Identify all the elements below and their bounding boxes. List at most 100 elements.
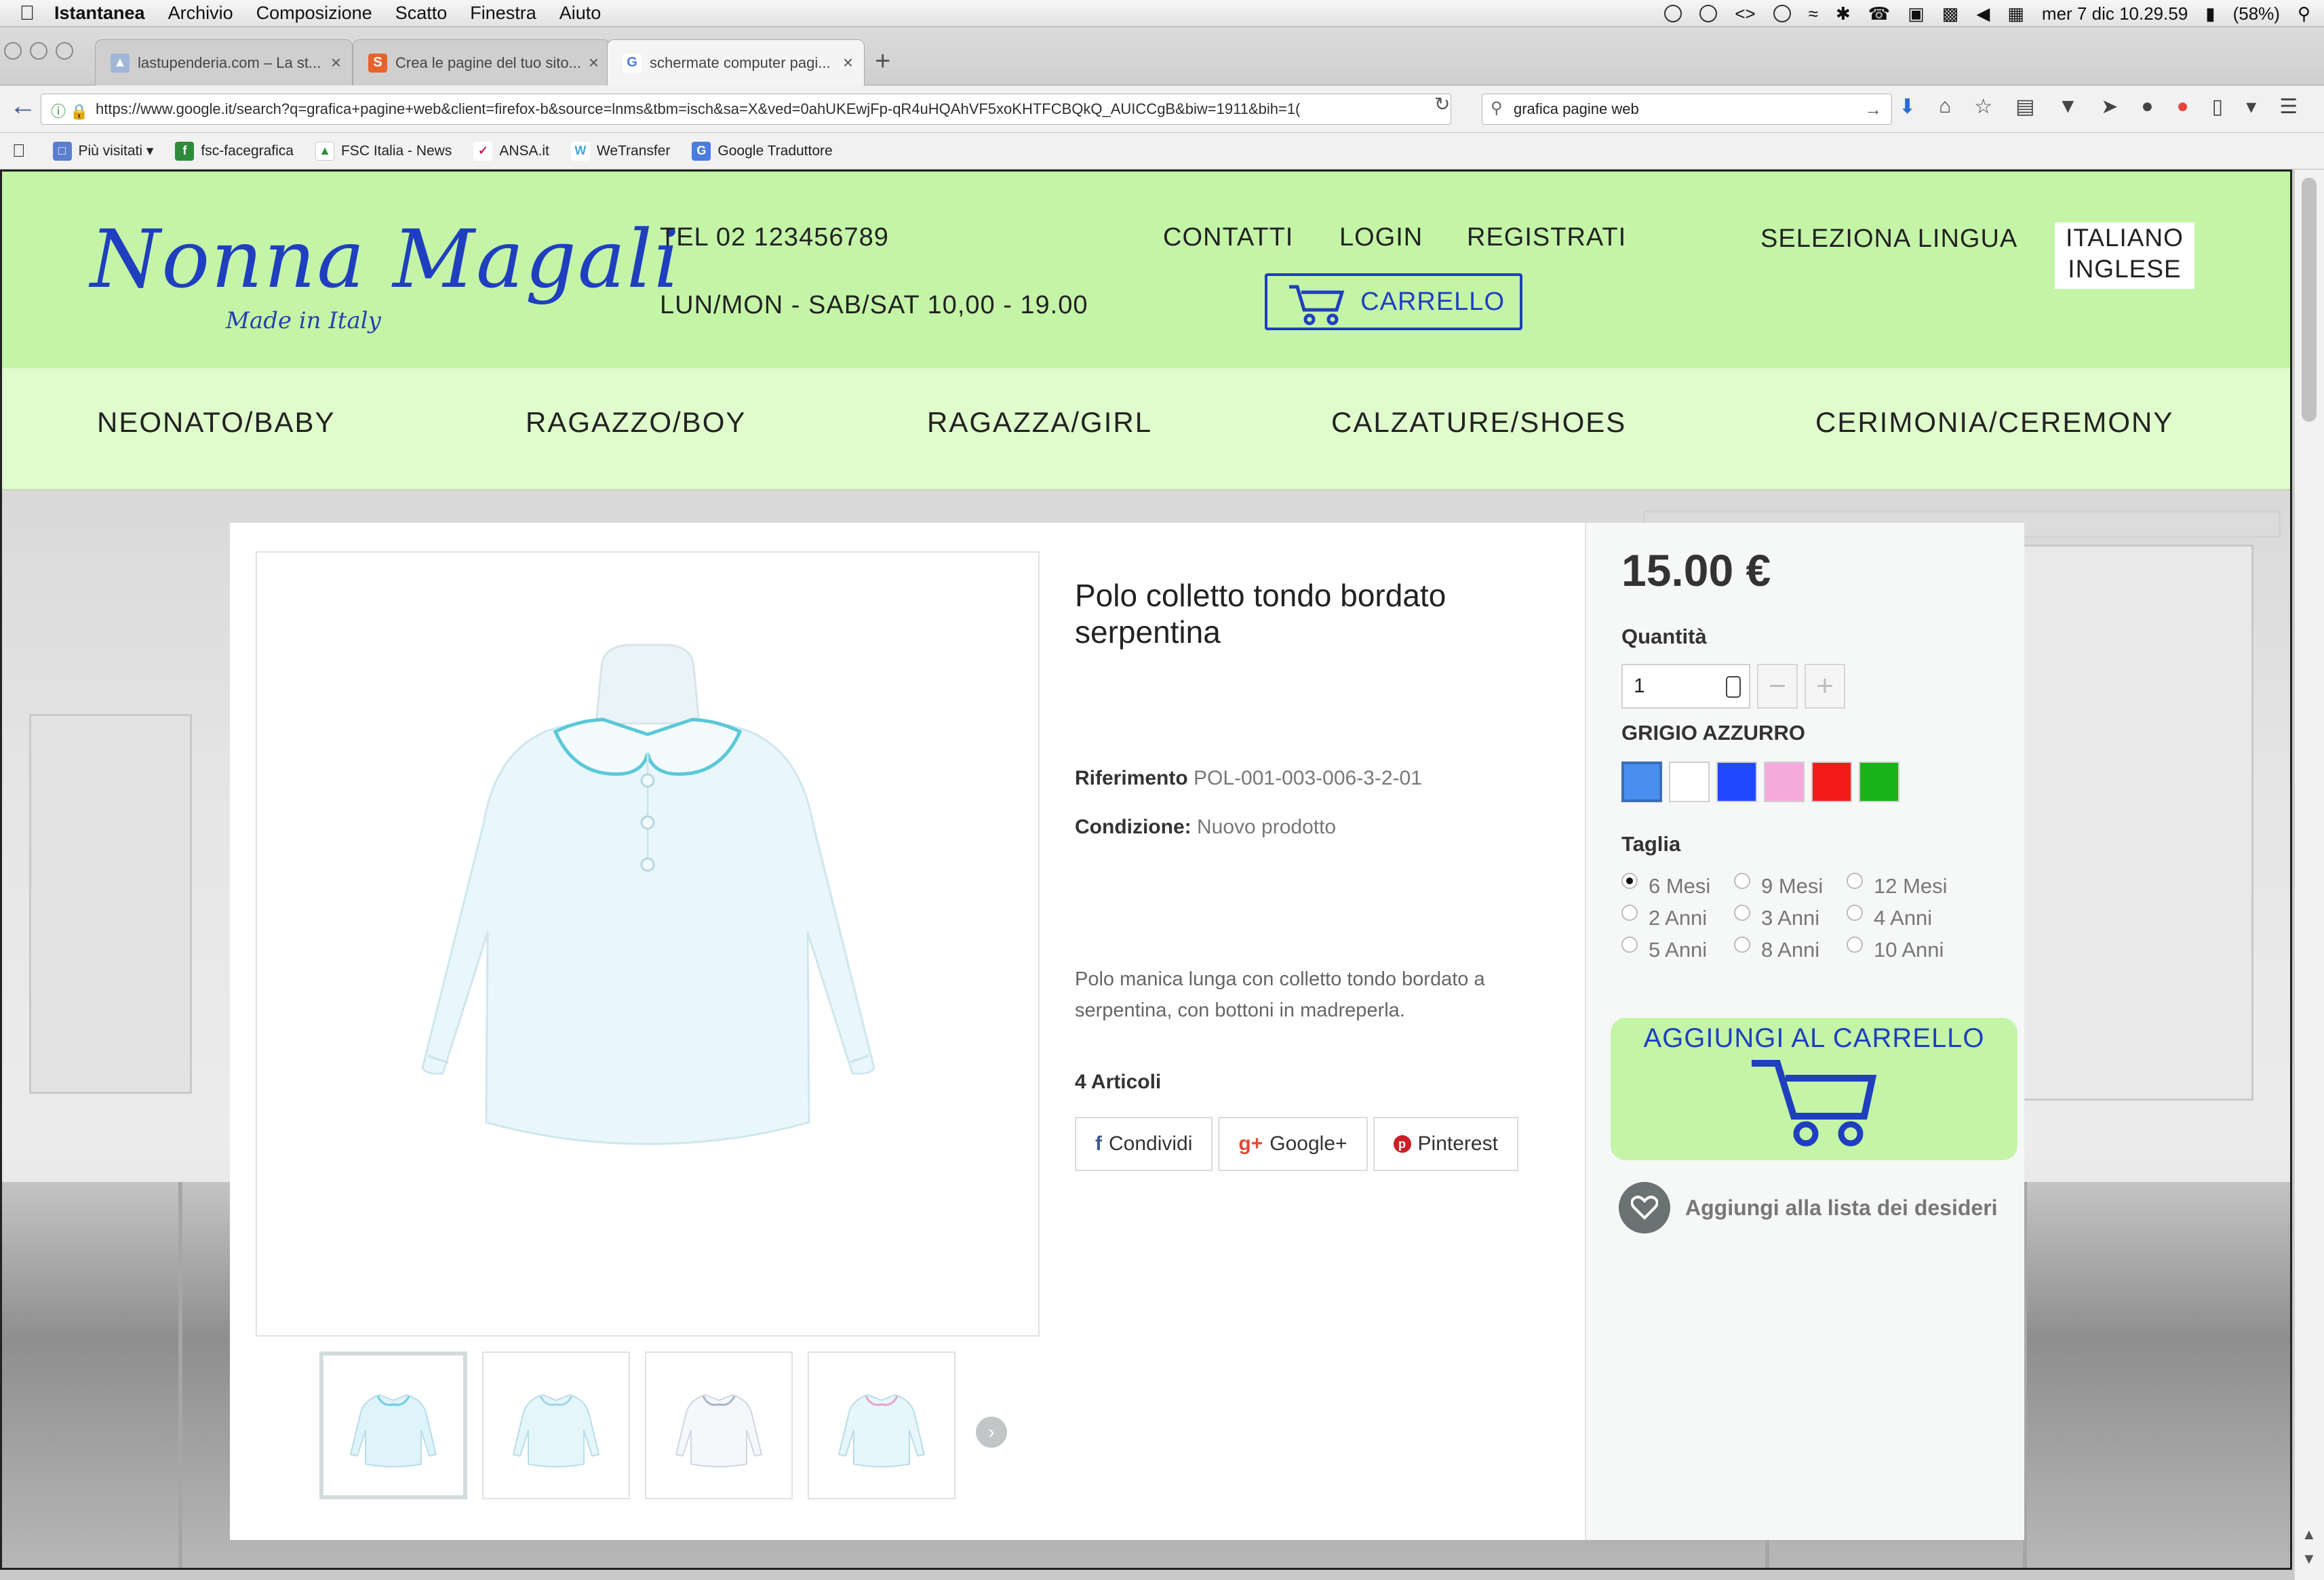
scroll-up-icon[interactable]: ▲ bbox=[2302, 1526, 2317, 1543]
volume-icon[interactable]: ◀ bbox=[1976, 3, 1990, 24]
radio-icon[interactable] bbox=[1734, 936, 1750, 953]
tab-close-icon[interactable]: × bbox=[843, 52, 853, 73]
radio-icon[interactable] bbox=[1847, 904, 1863, 921]
display-icon[interactable]: ▣ bbox=[1908, 3, 1925, 24]
bookmark-fsc-facegrafica[interactable]: f fsc-facegrafica bbox=[175, 141, 294, 161]
language-selector[interactable]: ITALIANO INGLESE bbox=[2055, 222, 2194, 289]
chat-bubble-icon[interactable]: ● bbox=[2141, 95, 2153, 119]
color-picker-icon[interactable]: ● bbox=[2177, 95, 2189, 119]
share-google-plus-button[interactable]: g+ Google+ bbox=[1218, 1117, 1368, 1171]
page-scrollbar[interactable]: ▲ ▼ bbox=[2294, 170, 2324, 1580]
new-tab-icon[interactable]: + bbox=[875, 46, 890, 77]
bookmark-google-traduttore[interactable]: G Google Traduttore bbox=[692, 141, 833, 161]
battery-icon[interactable]: ▮ bbox=[2205, 3, 2215, 24]
menu-archivio[interactable]: Archivio bbox=[168, 3, 233, 24]
airplay-icon[interactable]: ▩ bbox=[1942, 3, 1959, 24]
size-option[interactable]: 2 Anni bbox=[1621, 904, 1734, 930]
thumbnails-next-button[interactable]: › bbox=[976, 1417, 1007, 1448]
tab-crea-pagine[interactable]: S Crea le pagine del tuo sito... × bbox=[353, 39, 610, 85]
code-icon[interactable]: <> bbox=[1735, 3, 1755, 24]
chat-icon[interactable] bbox=[1699, 5, 1718, 22]
language-option-italiano[interactable]: ITALIANO bbox=[2055, 222, 2194, 254]
product-thumbnail[interactable] bbox=[645, 1351, 793, 1499]
link-login[interactable]: LOGIN bbox=[1339, 223, 1423, 252]
nav-item-shoes[interactable]: CALZATURE/SHOES bbox=[1331, 406, 1626, 439]
product-thumbnail[interactable] bbox=[482, 1351, 630, 1499]
menu-aiuto[interactable]: Aiuto bbox=[559, 3, 602, 24]
hamburger-menu-icon[interactable]: ☰ bbox=[2279, 95, 2298, 119]
size-option[interactable]: 10 Anni bbox=[1847, 936, 1959, 962]
tab-schermate-active[interactable]: G schermate computer pagi... × bbox=[607, 39, 865, 85]
size-option[interactable]: 8 Anni bbox=[1734, 936, 1847, 962]
menu-finestra[interactable]: Finestra bbox=[470, 3, 536, 24]
color-swatch-white[interactable] bbox=[1669, 762, 1710, 802]
home-icon[interactable]: ⌂ bbox=[1939, 95, 1951, 119]
menu-dropdown-icon[interactable]: ▾ bbox=[2246, 95, 2256, 119]
menubar-clock[interactable]: mer 7 dic 10.29.59 bbox=[2042, 3, 2188, 24]
share-facebook-button[interactable]: f Condividi bbox=[1075, 1117, 1213, 1171]
wifi-icon[interactable]: ≈ bbox=[1809, 3, 1818, 24]
bluetooth-icon[interactable]: ✱ bbox=[1836, 3, 1851, 24]
reload-icon[interactable]: ↻ bbox=[1434, 93, 1450, 115]
tab-close-icon[interactable]: × bbox=[331, 52, 341, 73]
size-option[interactable]: 9 Mesi bbox=[1734, 872, 1847, 898]
back-arrow-icon[interactable]: ← bbox=[9, 91, 37, 121]
tab-close-icon[interactable]: × bbox=[589, 52, 599, 73]
apple-bookmark-icon[interactable]:  bbox=[12, 140, 26, 161]
radio-icon[interactable] bbox=[1847, 872, 1863, 889]
quantity-increase-button[interactable]: + bbox=[1805, 664, 1845, 709]
language-option-inglese[interactable]: INGLESE bbox=[2055, 254, 2194, 285]
radio-icon[interactable] bbox=[1621, 904, 1638, 921]
menu-app[interactable]: Istantanea bbox=[54, 3, 145, 24]
nav-item-ceremony[interactable]: CERIMONIA/CEREMONY bbox=[1815, 406, 2173, 439]
radio-icon[interactable] bbox=[1734, 872, 1750, 889]
phone-icon[interactable]: ☎ bbox=[1868, 3, 1890, 24]
apple-menu-icon[interactable]:  bbox=[0, 2, 54, 25]
radio-selected-icon[interactable] bbox=[1621, 872, 1638, 889]
link-registrati[interactable]: REGISTRATI bbox=[1467, 223, 1626, 252]
tab-lastupenderia[interactable]: ▲ lastupenderia.com – La st... × bbox=[95, 39, 353, 85]
spinner-icon[interactable] bbox=[1726, 676, 1741, 698]
link-contatti[interactable]: CONTATTI bbox=[1163, 223, 1293, 252]
color-swatch-blue[interactable] bbox=[1716, 762, 1757, 802]
share-pinterest-button[interactable]: p Pinterest bbox=[1373, 1117, 1518, 1171]
time-machine-icon[interactable] bbox=[1773, 5, 1791, 22]
menu-composizione[interactable]: Composizione bbox=[256, 3, 372, 24]
scrollbar-thumb[interactable] bbox=[2302, 178, 2317, 422]
site-logo[interactable]: Nonna Magali bbox=[90, 212, 681, 306]
send-icon[interactable]: ➤ bbox=[2101, 95, 2118, 119]
radio-icon[interactable] bbox=[1621, 936, 1638, 953]
search-go-icon[interactable]: → bbox=[1864, 99, 1882, 120]
radio-icon[interactable] bbox=[1847, 936, 1863, 953]
radio-icon[interactable] bbox=[1734, 904, 1750, 921]
keyboard-icon[interactable]: ▦ bbox=[2007, 3, 2024, 24]
quantity-decrease-button[interactable]: − bbox=[1757, 664, 1798, 709]
nav-item-baby[interactable]: NEONATO/BABY bbox=[97, 406, 336, 439]
notification-icon[interactable] bbox=[1664, 5, 1682, 22]
minimize-window-button[interactable] bbox=[30, 42, 47, 60]
size-option[interactable]: 5 Anni bbox=[1621, 936, 1734, 962]
download-icon[interactable]: ⬇ bbox=[1899, 95, 1916, 119]
product-thumbnail[interactable] bbox=[808, 1351, 956, 1499]
lock-icon[interactable]: ⓘ 🔒 bbox=[51, 100, 89, 121]
size-option[interactable]: 3 Anni bbox=[1734, 904, 1847, 930]
header-cart-button[interactable]: CARRELLO bbox=[1265, 273, 1522, 330]
pocket-icon[interactable]: ▼ bbox=[2058, 95, 2079, 119]
product-main-image[interactable] bbox=[256, 551, 1040, 1337]
menu-scatto[interactable]: Scatto bbox=[395, 3, 448, 24]
nav-item-girl[interactable]: RAGAZZA/GIRL bbox=[927, 406, 1152, 439]
size-option[interactable]: 6 Mesi bbox=[1621, 872, 1734, 898]
bookmark-star-icon[interactable]: ☆ bbox=[1974, 95, 1992, 119]
color-swatch-pink[interactable] bbox=[1764, 762, 1805, 802]
clipboard-icon[interactable]: ▯ bbox=[2212, 95, 2224, 119]
close-window-button[interactable] bbox=[4, 42, 22, 60]
product-thumbnail[interactable] bbox=[319, 1351, 467, 1499]
size-option[interactable]: 12 Mesi bbox=[1847, 872, 1959, 898]
bookmark-piu-visitati[interactable]: □ Più visitati ▾ bbox=[52, 141, 153, 161]
color-swatch-light-blue[interactable] bbox=[1621, 762, 1662, 802]
bookmark-ansa[interactable]: ✓ ANSA.it bbox=[473, 141, 549, 161]
scroll-down-icon[interactable]: ▼ bbox=[2302, 1550, 2317, 1568]
add-to-cart-button[interactable]: AGGIUNGI AL CARRELLO bbox=[1611, 1018, 2017, 1160]
spotlight-search-icon[interactable]: ⚲ bbox=[2298, 3, 2310, 24]
bookmark-fsc-italia[interactable]: ▲ FSC Italia - News bbox=[315, 141, 452, 161]
